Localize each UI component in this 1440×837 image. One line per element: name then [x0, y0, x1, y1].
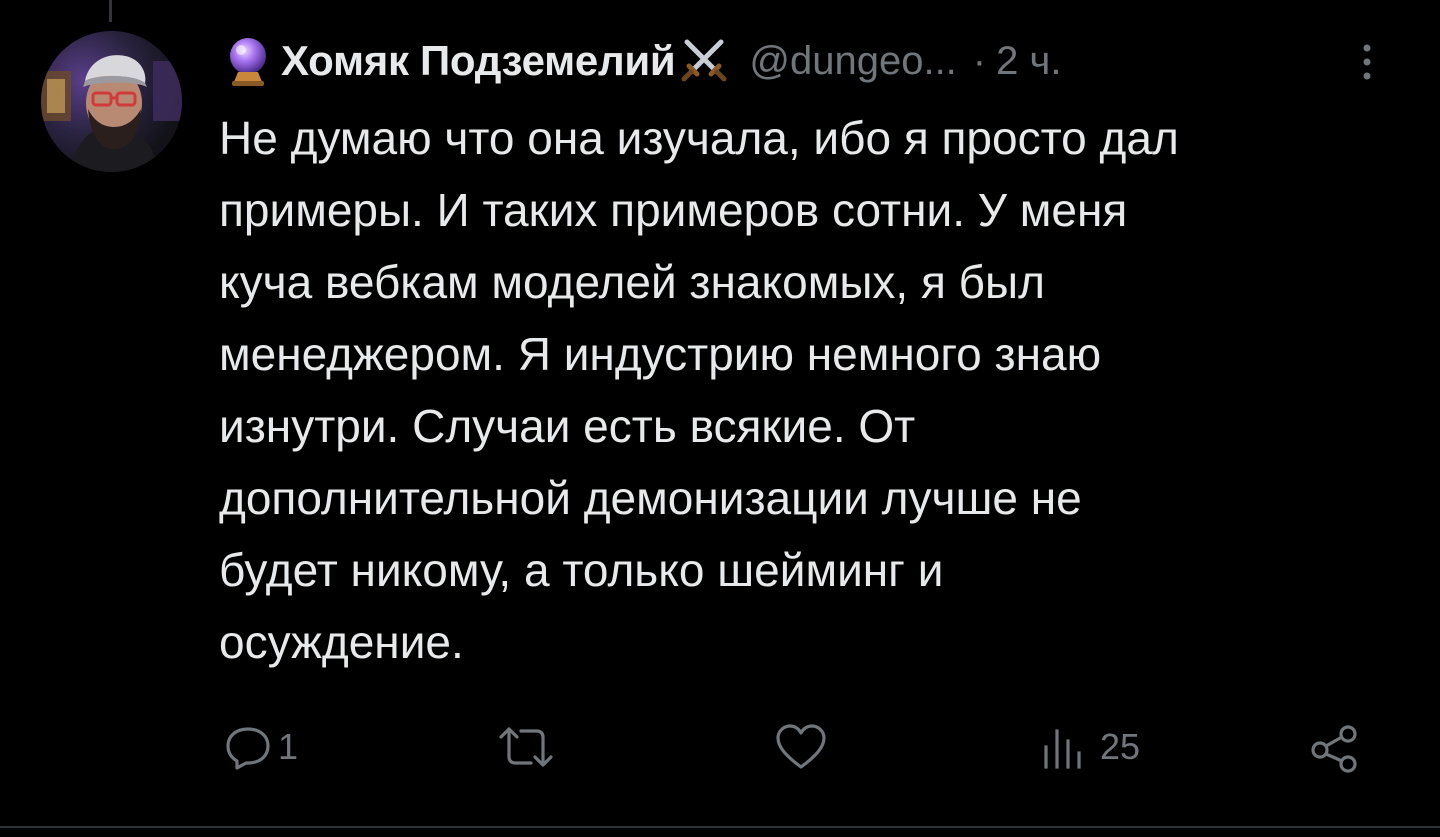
tweet-divider — [0, 826, 1440, 828]
crossed-swords-icon — [677, 34, 731, 88]
reply-count: 1 — [278, 726, 299, 767]
author-display-name[interactable]: Хомяк Подземелий — [281, 37, 676, 85]
retweet-button[interactable] — [495, 712, 561, 782]
tweet-text-line: дополнительной демонизации лучше не — [219, 472, 1082, 524]
views-icon — [1044, 729, 1081, 769]
heart-icon — [776, 724, 826, 769]
reply-icon — [226, 727, 270, 770]
tweet-action-bar: 1 25 — [0, 712, 1440, 782]
tweet-text-line: куча вебкам моделей знакомых, я был — [219, 256, 1045, 308]
author-handle[interactable]: @dungeo... — [749, 39, 956, 84]
like-button[interactable] — [774, 712, 832, 782]
tweet-text-line: Не думаю что она изучала, ибо я просто д… — [219, 112, 1179, 164]
tweet-text-line: изнутри. Случаи есть всякие. От — [219, 400, 916, 452]
thread-connector-line — [109, 0, 112, 22]
tweet-text: Не думаю что она изучала, ибо я просто д… — [219, 102, 1399, 678]
avatar[interactable] — [41, 31, 182, 172]
tweet-text-line: менеджером. Я индустрию немного знаю — [219, 328, 1102, 380]
reply-button[interactable]: 1 — [222, 712, 298, 782]
header-separator: · — [972, 38, 987, 83]
views-button[interactable]: 25 — [1040, 712, 1140, 782]
retweet-icon — [499, 727, 553, 767]
tweet-timestamp[interactable]: 2 ч. — [996, 39, 1061, 84]
crystal-ball-icon — [221, 34, 275, 88]
share-icon — [1311, 725, 1357, 773]
tweet-text-line: будет никому, а только шейминг и — [219, 544, 944, 596]
views-count: 25 — [1100, 726, 1141, 767]
share-button[interactable] — [1308, 712, 1364, 782]
tweet-text-line: осуждение. — [219, 616, 464, 668]
tweet-header: Хомяк Подземелий @dungeo... · 2 ч. — [221, 28, 1061, 94]
tweet-text-line: примеры. И таких примеров сотни. У меня — [219, 184, 1128, 236]
more-icon — [1363, 44, 1371, 80]
more-options-button[interactable] — [1352, 40, 1382, 84]
